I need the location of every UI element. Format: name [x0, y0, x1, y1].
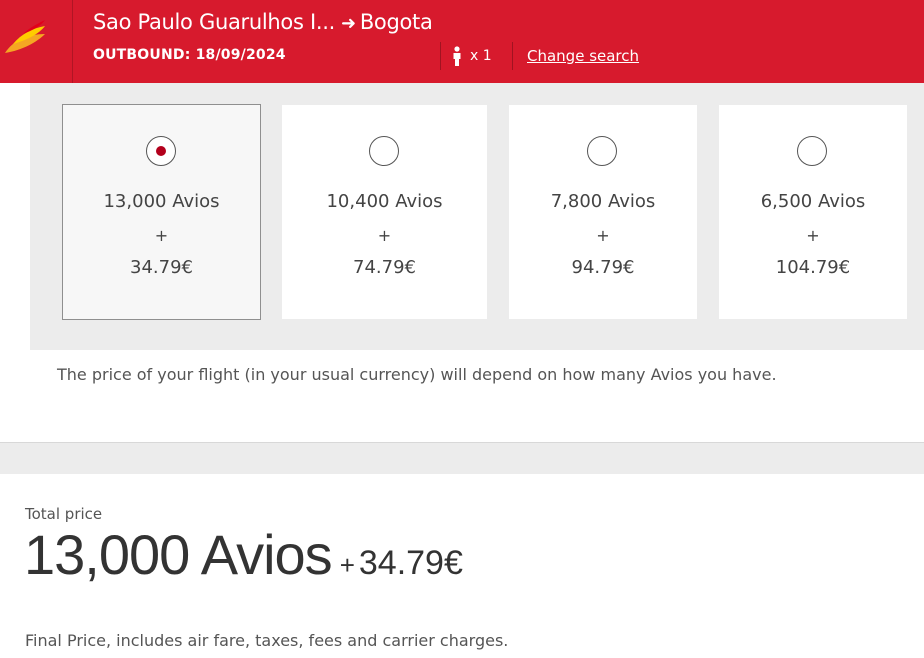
fare-option-2[interactable]: 10,400 Avios + 74.79€	[282, 105, 487, 319]
option-avios: 10,400 Avios	[326, 191, 443, 212]
option-avios: 6,500 Avios	[760, 191, 866, 212]
radio-selected-dot	[155, 146, 166, 156]
iberia-logo-icon	[5, 20, 45, 53]
radio-button[interactable]	[368, 136, 399, 166]
route-title: Sao Paulo Guarulhos I... ➜ Bogota	[93, 10, 433, 34]
total-price-label: Total price	[25, 505, 103, 523]
destination-label: Bogota	[359, 10, 433, 34]
logo[interactable]	[0, 0, 73, 83]
section-divider	[0, 442, 924, 474]
total-price: 13,000 Avios +34.79€	[24, 522, 463, 587]
person-icon	[453, 46, 461, 66]
fare-option-4[interactable]: 6,500 Avios + 104.79€	[719, 105, 907, 319]
fare-option-1[interactable]: 13,000 Avios + 34.79€	[62, 104, 261, 320]
option-plus: +	[377, 226, 392, 245]
passenger-count: x 1	[452, 44, 492, 68]
outbound-date: OUTBOUND: 18/09/2024	[93, 47, 286, 63]
divider	[512, 42, 513, 70]
option-avios: 13,000 Avios	[103, 191, 220, 212]
radio-button[interactable]	[797, 136, 827, 166]
option-plus: +	[596, 226, 610, 245]
change-search-link[interactable]: Change search	[527, 47, 639, 65]
total-cash: 34.79€	[358, 544, 463, 582]
final-price-note: Final Price, includes air fare, taxes, f…	[25, 631, 509, 650]
option-cash: 34.79€	[130, 257, 193, 278]
origin-label: Sao Paulo Guarulhos I...	[93, 10, 336, 34]
option-cash: 94.79€	[571, 257, 635, 278]
fare-option-3[interactable]: 7,800 Avios + 94.79€	[509, 105, 697, 319]
option-cash: 104.79€	[775, 257, 851, 278]
price-note: The price of your flight (in your usual …	[57, 365, 777, 384]
radio-button[interactable]	[145, 136, 176, 166]
option-cash: 74.79€	[353, 257, 416, 278]
radio-button[interactable]	[587, 136, 617, 166]
arrow-right-icon: ➜	[341, 13, 356, 34]
total-avios: 13,000 Avios	[24, 523, 333, 586]
divider	[440, 42, 441, 70]
option-plus: +	[154, 226, 169, 245]
total-plus: +	[339, 550, 355, 580]
passenger-count-label: x 1	[470, 48, 492, 64]
option-plus: +	[806, 226, 820, 245]
option-avios: 7,800 Avios	[550, 191, 656, 212]
header-bar: Sao Paulo Guarulhos I... ➜ Bogota OUTBOUND…	[0, 0, 924, 83]
